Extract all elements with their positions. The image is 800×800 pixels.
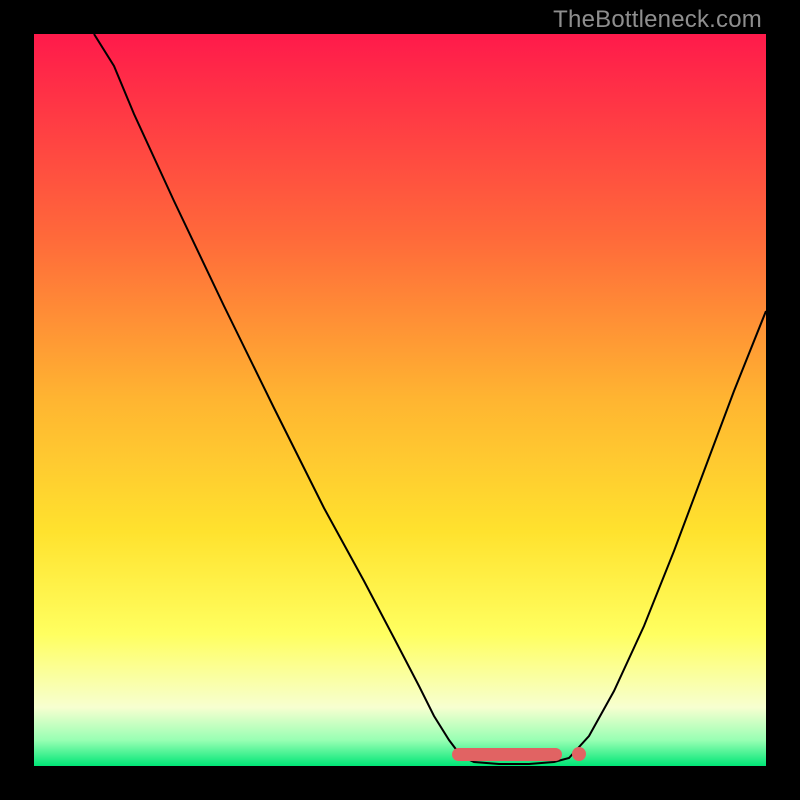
chart-frame (34, 34, 766, 766)
watermark-text: TheBottleneck.com (553, 6, 762, 34)
curve-layer (34, 34, 766, 766)
valley-dot-mark (572, 747, 586, 761)
valley-segment-mark (452, 748, 562, 761)
v-curve (94, 34, 766, 764)
